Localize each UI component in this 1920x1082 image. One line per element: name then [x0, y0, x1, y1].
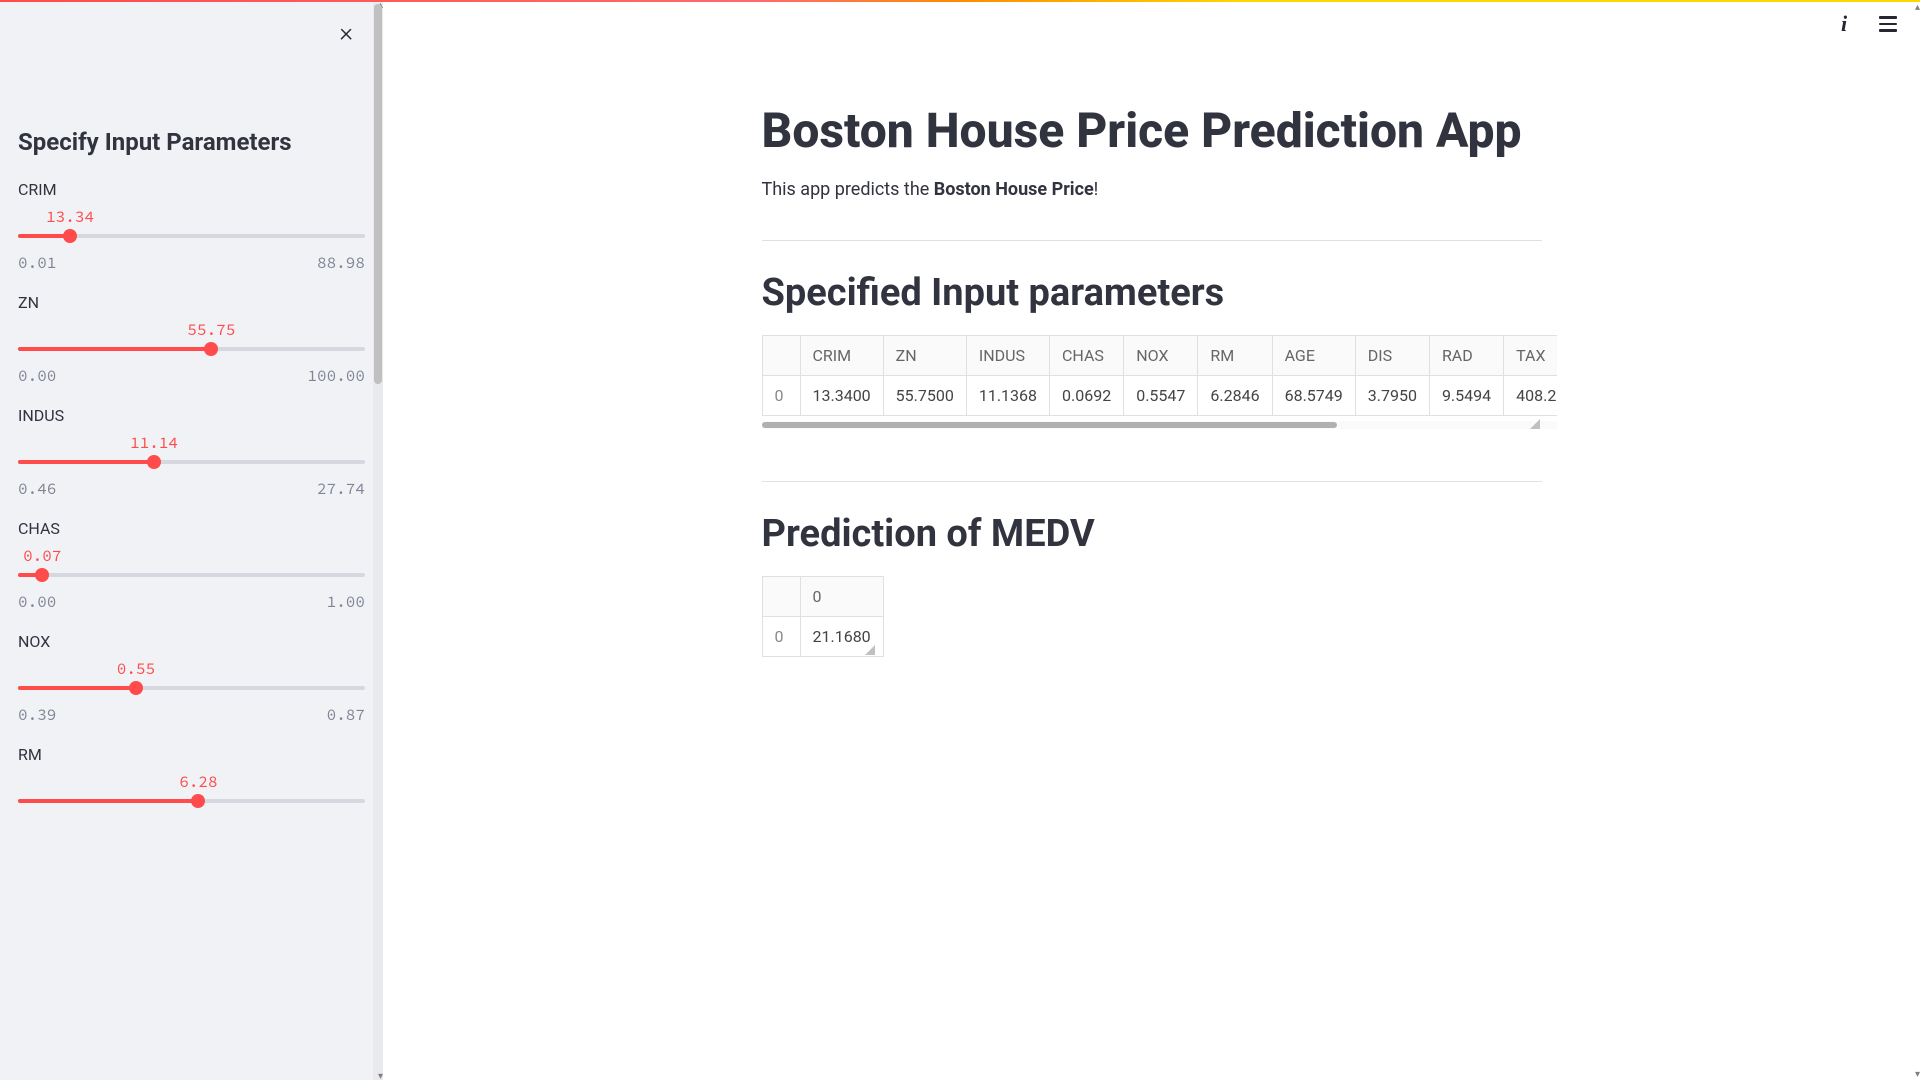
table-header: AGE	[1272, 336, 1355, 376]
slider-max: 88.98	[317, 253, 365, 273]
table-hscroll-track[interactable]	[762, 421, 1557, 429]
gradient-bar	[0, 0, 1920, 2]
slider-min: 0.01	[18, 253, 56, 273]
section-input-params-title: Specified Input parameters	[762, 271, 1542, 315]
sidebar-scroll-thumb[interactable]	[374, 4, 382, 384]
main-scrollbar[interactable]: ▴ ▾	[1910, 2, 1920, 1080]
slider-thumb[interactable]	[147, 455, 161, 469]
input-params-table[interactable]: CRIMZNINDUSCHASNOXRMAGEDISRADTAXPTRATIO0…	[762, 335, 1557, 416]
slider-zn: ZN 55.75 0.00 100.00	[18, 293, 365, 386]
table-row-index: 0	[762, 376, 800, 416]
table-cell: 68.5749	[1272, 376, 1355, 416]
table-resize-handle[interactable]	[1528, 417, 1540, 429]
hamburger-button[interactable]	[1876, 12, 1900, 36]
slider-thumb[interactable]	[204, 342, 218, 356]
table-cell: 6.2846	[1198, 376, 1272, 416]
table-hscroll-thumb[interactable]	[762, 422, 1337, 428]
main-content: Boston House Price Prediction App This a…	[383, 0, 1920, 1080]
slider-track[interactable]	[18, 681, 365, 695]
slider-thumb[interactable]	[35, 568, 49, 582]
slider-track[interactable]	[18, 229, 365, 243]
table-cell: 0.0692	[1050, 376, 1124, 416]
table-header: INDUS	[966, 336, 1049, 376]
table-header-index	[762, 336, 800, 376]
table-cell: 13.3400	[800, 376, 883, 416]
table-header: ZN	[883, 336, 966, 376]
section-prediction-title: Prediction of MEDV	[762, 512, 1542, 556]
table-header: 0	[800, 577, 883, 617]
slider-label: ZN	[18, 293, 365, 312]
slider-track[interactable]	[18, 455, 365, 469]
slider-label: CHAS	[18, 519, 365, 538]
table-cell: 11.1368	[966, 376, 1049, 416]
slider-rm: RM 6.28	[18, 745, 365, 808]
scroll-down-icon[interactable]: ▾	[1915, 1069, 1920, 1080]
close-sidebar-button[interactable]: ×	[339, 20, 353, 46]
slider-track[interactable]	[18, 794, 365, 808]
table-header: RAD	[1429, 336, 1503, 376]
slider-thumb[interactable]	[63, 229, 77, 243]
slider-label: NOX	[18, 632, 365, 651]
sidebar-scrollbar[interactable]: ▴ ▾	[373, 2, 383, 1080]
slider-label: INDUS	[18, 406, 365, 425]
table-header: NOX	[1124, 336, 1198, 376]
slider-indus: INDUS 11.14 0.46 27.74	[18, 406, 365, 499]
table-header: RM	[1198, 336, 1272, 376]
slider-value: 55.75	[187, 320, 235, 340]
slider-value: 0.07	[23, 546, 61, 566]
slider-min: 0.00	[18, 366, 56, 386]
page-title: Boston House Price Prediction App	[762, 102, 1542, 159]
slider-max: 27.74	[317, 479, 365, 499]
table-cell: 3.7950	[1355, 376, 1429, 416]
slider-max: 100.00	[307, 366, 365, 386]
table-header: CHAS	[1050, 336, 1124, 376]
info-button[interactable]: i	[1832, 12, 1856, 36]
scroll-up-icon[interactable]: ▴	[1915, 2, 1920, 13]
table-cell: 9.5494	[1429, 376, 1503, 416]
sidebar-title: Specify Input Parameters	[18, 128, 365, 156]
scroll-down-icon[interactable]: ▾	[378, 1071, 383, 1082]
table-header: CRIM	[800, 336, 883, 376]
hamburger-icon	[1879, 16, 1897, 32]
slider-thumb[interactable]	[191, 794, 205, 808]
input-params-table-wrapper: CRIMZNINDUSCHASNOXRMAGEDISRADTAXPTRATIO0…	[762, 335, 1542, 431]
slider-min: 0.00	[18, 592, 56, 612]
table-row-index: 0	[762, 617, 800, 657]
table-header-index	[762, 577, 800, 617]
slider-value: 11.14	[130, 433, 178, 453]
slider-chas: CHAS 0.07 0.00 1.00	[18, 519, 365, 612]
info-icon: i	[1841, 11, 1847, 37]
prediction-table-wrapper: 0 021.1680	[762, 576, 877, 657]
slider-max: 1.00	[327, 592, 365, 612]
slider-label: CRIM	[18, 180, 365, 199]
slider-nox: NOX 0.55 0.39 0.87	[18, 632, 365, 725]
table-cell: 0.5547	[1124, 376, 1198, 416]
slider-value: 0.55	[117, 659, 155, 679]
slider-thumb[interactable]	[129, 681, 143, 695]
slider-value: 13.34	[46, 207, 94, 227]
slider-min: 0.46	[18, 479, 56, 499]
slider-max: 0.87	[327, 705, 365, 725]
slider-label: RM	[18, 745, 365, 764]
slider-track[interactable]	[18, 568, 365, 582]
divider	[762, 481, 1542, 482]
table-cell: 408.2372	[1504, 376, 1557, 416]
table-resize-handle[interactable]	[863, 643, 875, 655]
slider-min: 0.39	[18, 705, 56, 725]
slider-track[interactable]	[18, 342, 365, 356]
header-icons: i	[1832, 12, 1900, 36]
table-cell: 55.7500	[883, 376, 966, 416]
slider-crim: CRIM 13.34 0.01 88.98	[18, 180, 365, 273]
page-subtitle: This app predicts the Boston House Price…	[762, 179, 1542, 200]
close-icon: ×	[339, 18, 353, 48]
sidebar: × Specify Input Parameters CRIM 13.34 0.…	[0, 0, 383, 1080]
divider	[762, 240, 1542, 241]
table-header: TAX	[1504, 336, 1557, 376]
table-header: DIS	[1355, 336, 1429, 376]
slider-value: 6.28	[179, 772, 217, 792]
